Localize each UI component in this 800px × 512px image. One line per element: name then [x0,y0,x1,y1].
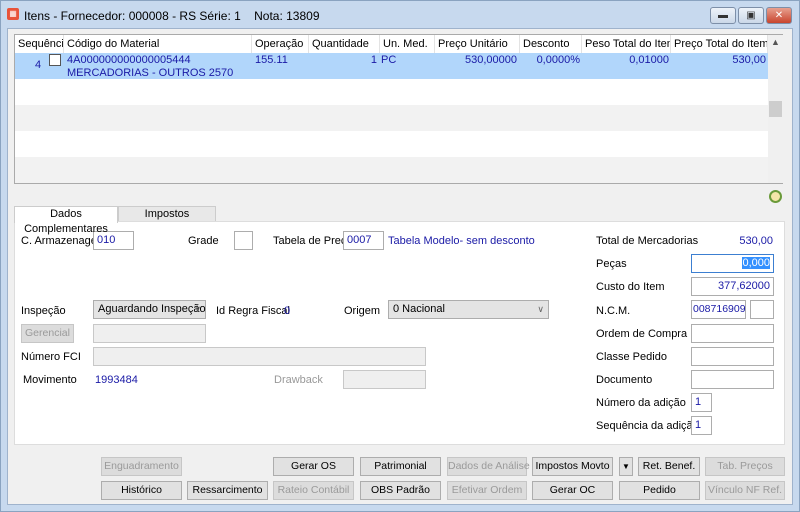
col-desconto[interactable]: Desconto [520,35,582,53]
id-regra-value: 0 [284,305,291,317]
app-icon: ▦ [7,8,19,20]
custo-label: Custo do Item [596,281,665,293]
col-operacao[interactable]: Operação [252,35,309,53]
empty-row [15,105,768,131]
documento-input[interactable] [691,370,774,389]
col-un-med[interactable]: Un. Med. [380,35,435,53]
chevron-down-icon: ∨ [537,304,544,314]
ncm-input[interactable]: 0087169090 [691,300,746,319]
cell-peso-total: 0,01000 [629,54,669,66]
obs-padrao-button[interactable]: OBS Padrão [360,481,441,500]
cell-sequencia: 4 [35,59,42,71]
cell-desconto: 0,0000% [536,54,580,66]
search-zoom-icon[interactable] [769,190,782,203]
col-preco-unitario[interactable]: Preço Unitário [435,35,520,53]
scroll-thumb[interactable] [769,101,782,117]
pecas-label: Peças [596,258,627,270]
ressarcimento-button[interactable]: Ressarcimento [187,481,268,500]
pedido-button[interactable]: Pedido [619,481,700,500]
cell-preco-total: 530,00 [732,54,766,66]
grade-label: Grade [188,235,219,247]
tab-dados-complementares[interactable]: Dados Complementares [14,206,118,235]
tab-precos-button[interactable]: Tab. Preços [705,457,785,476]
classe-pedido-input[interactable] [691,347,774,366]
tabela-preco-desc: Tabela Modelo- sem desconto [388,235,535,247]
cell-descricao: MERCADORIAS - OUTROS 2570 [67,67,234,79]
enquadramento-button[interactable]: Enguadramento [101,457,182,476]
inspecao-select[interactable]: Aguardando Inspeção ∨ [93,300,206,319]
numero-fci-input[interactable] [93,347,426,366]
inspecao-value: Aguardando Inspeção [98,303,206,315]
ncm-label: N.C.M. [596,305,631,317]
classe-pedido-label: Classe Pedido [596,351,667,363]
scroll-up-icon[interactable]: ▲ [771,37,780,47]
maximize-button[interactable]: ▣ [738,7,764,24]
gerencial-button[interactable]: Gerencial [21,324,74,343]
total-mercadorias-value: 530,00 [739,235,773,247]
cell-un-med: PC [381,54,397,66]
documento-label: Documento [596,374,653,386]
window-title: Itens - Fornecedor: 000008 - RS Série: 1… [24,9,320,23]
col-sequencia[interactable]: Sequência [15,35,64,53]
ret-benef-button[interactable]: Ret. Benef. [638,457,700,476]
origem-select[interactable]: 0 Nacional ∨ [388,300,549,319]
cell-preco-unitario: 530,00000 [465,54,517,66]
vertical-scrollbar[interactable]: ▲ [768,35,783,183]
sequencia-adicao-input[interactable]: 1 [691,416,712,435]
table-row[interactable]: 4 4A000000000000005444 MERCADORIAS - OUT… [15,53,768,79]
cell-codigo: 4A000000000000005444 [67,54,191,66]
pecas-input[interactable]: 0,000 [691,254,774,273]
gerar-oc-button[interactable]: Gerar OC [532,481,613,500]
row-checkbox[interactable] [49,54,61,66]
col-preco-total[interactable]: Preço Total do Item [671,35,768,53]
col-codigo[interactable]: Código do Material [64,35,252,53]
movimento-label: Movimento [23,374,77,386]
items-grid: Sequência Código do Material Operação Qu… [14,34,783,184]
efetivar-ordem-button[interactable]: Efetivar Ordem [447,481,527,500]
impostos-movto-button[interactable]: Impostos Movto [532,457,613,476]
movimento-value: 1993484 [95,374,138,386]
col-peso-total[interactable]: Peso Total do Item [582,35,671,53]
dropdown-arrow-icon[interactable]: ▼ [619,457,633,476]
inspecao-label: Inspeção [21,305,66,317]
ordem-compra-input[interactable] [691,324,774,343]
chevron-down-icon: ∨ [194,304,201,314]
ncm-extra-input[interactable] [750,300,774,319]
historico-button[interactable]: Histórico [101,481,182,500]
empty-row [15,157,768,183]
origem-value: 0 Nacional [393,303,445,315]
tabela-preco-label: Tabela de Preço [273,235,353,247]
id-regra-label: Id Regra Fiscal [216,305,290,317]
rateio-contabil-button[interactable]: Rateio Contábil [273,481,354,500]
numero-adicao-input[interactable]: 1 [691,393,712,412]
cell-operacao: 155.11 [255,54,288,66]
dados-analise-button[interactable]: Dados de Análise [447,457,530,476]
cell-quantidade: 1 [370,54,377,66]
grade-input[interactable] [234,231,253,250]
minimize-button[interactable]: ▬ [710,7,736,24]
col-quantidade[interactable]: Quantidade [309,35,380,53]
tab-impostos[interactable]: Impostos [118,206,216,222]
custo-input[interactable]: 377,62000 [691,277,774,296]
gerencial-input[interactable] [93,324,206,343]
vinculo-nf-button[interactable]: Vínculo NF Ref. [705,481,785,500]
drawback-input[interactable] [343,370,426,389]
sequencia-adicao-label: Sequência da adição [596,420,699,432]
numero-adicao-label: Número da adição [596,397,686,409]
tabela-preco-input[interactable]: 0007 [343,231,384,250]
patrimonial-button[interactable]: Patrimonial [360,457,441,476]
total-mercadorias-label: Total de Mercadorias [596,235,699,247]
origem-label: Origem [344,305,381,317]
close-button[interactable]: ✕ [766,7,792,24]
pecas-value: 0,000 [742,257,770,269]
numero-fci-label: Número FCI [21,351,81,363]
drawback-label: Drawback [274,374,323,386]
ordem-compra-label: Ordem de Compra [596,328,688,340]
gerar-os-button[interactable]: Gerar OS [273,457,354,476]
